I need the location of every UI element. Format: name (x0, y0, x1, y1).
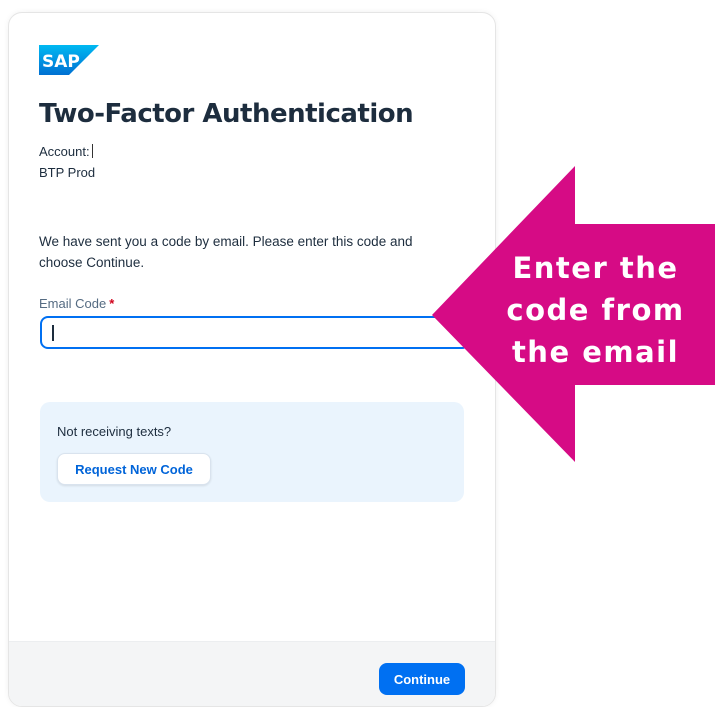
callout-text: Enter the code from the email (506, 251, 685, 369)
login-card: SAP Two-Factor Authentication Account: B… (8, 12, 496, 707)
footer-bar: Continue (9, 641, 495, 706)
request-new-code-button[interactable]: Request New Code (57, 453, 211, 485)
account-value: BTP Prod (39, 165, 96, 180)
text-cursor (52, 325, 54, 341)
help-box: Not receiving texts? Request New Code (40, 402, 464, 502)
instruction-text: We have sent you a code by email. Please… (39, 234, 413, 270)
email-code-label: Email Code * (39, 296, 115, 311)
email-code-input[interactable] (40, 316, 470, 349)
sap-logo: SAP (39, 45, 99, 75)
required-marker: * (109, 296, 115, 311)
page-title: Two-Factor Authentication (39, 99, 414, 129)
account-label: Account: (39, 144, 93, 159)
help-text: Not receiving texts? (57, 424, 172, 439)
svg-text:SAP: SAP (42, 52, 80, 72)
continue-button[interactable]: Continue (379, 663, 465, 695)
